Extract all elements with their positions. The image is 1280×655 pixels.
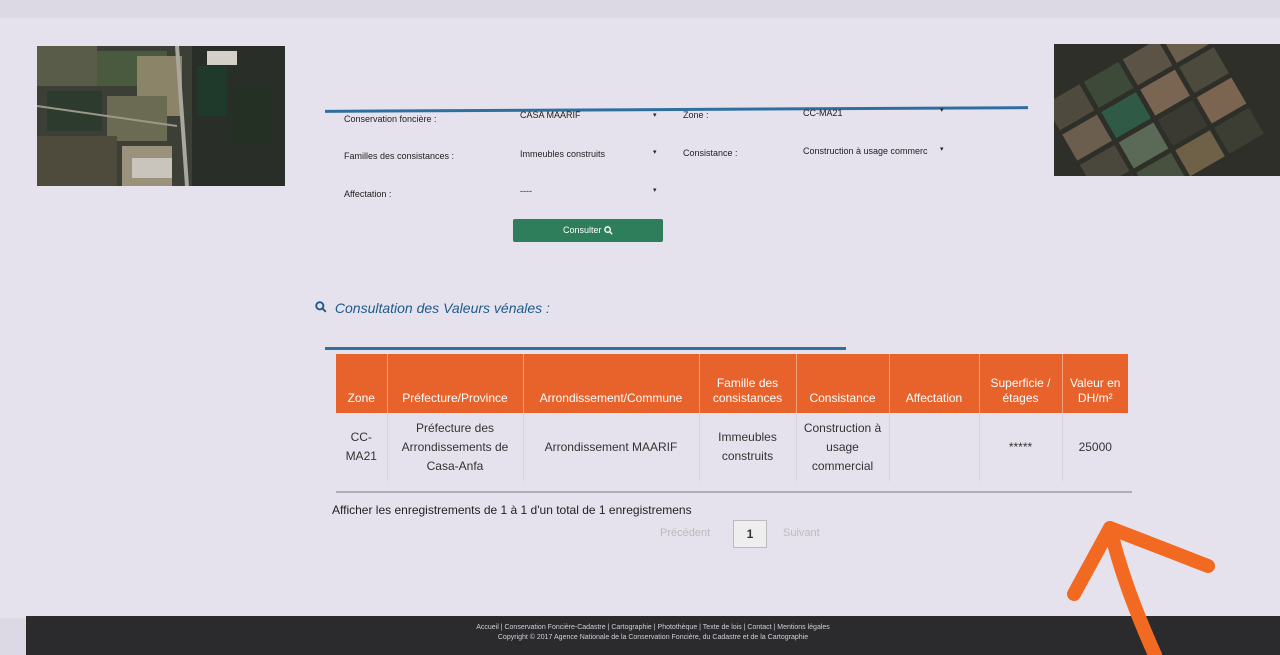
search-icon — [315, 301, 327, 313]
consistance-dropdown-caret-icon[interactable]: ▾ — [940, 145, 944, 153]
column-header-affectation[interactable]: Affectation — [889, 354, 980, 413]
column-header-famille[interactable]: Famille des consistances — [699, 354, 797, 413]
column-header-superficie[interactable]: Superficie / étages — [979, 354, 1063, 413]
column-header-consistance[interactable]: Consistance — [796, 354, 890, 413]
conservation-fonciere-label: Conservation foncière : — [344, 114, 437, 124]
cell-arrondissement: Arrondissement MAARIF — [523, 413, 700, 481]
consistance-select[interactable]: Construction à usage commerc — [803, 146, 928, 156]
conservation-fonciere-select[interactable]: CASA MAARIF — [520, 110, 581, 120]
cell-consistance: Construction à usage commercial — [796, 413, 890, 481]
cell-valeur: 25000 — [1078, 439, 1112, 454]
column-header-zone[interactable]: Zone — [336, 354, 388, 413]
section-title-rule — [325, 347, 846, 350]
aerial-photo-left — [37, 46, 285, 186]
annotation-arrow-icon — [1067, 521, 1215, 655]
table-row: CC-MA21 Préfecture des Arrondissements d… — [336, 413, 1128, 481]
aerial-photo-right — [1054, 44, 1280, 176]
conservation-dropdown-caret-icon[interactable]: ▾ — [653, 111, 657, 119]
consulter-button-label: Consulter — [562, 225, 602, 236]
records-info-text: Afficher les enregistrements de 1 à 1 d'… — [332, 503, 692, 517]
consulter-button[interactable]: Consulter — [513, 219, 663, 242]
zone-select[interactable]: CC-MA21 — [803, 108, 843, 118]
affectation-label: Affectation : — [344, 189, 392, 199]
zone-label: Zone : — [683, 110, 709, 120]
column-header-prefecture[interactable]: Préfecture/Province — [387, 354, 524, 413]
pagination-previous[interactable]: Précédent — [660, 527, 710, 539]
cell-zone: CC-MA21 — [336, 413, 388, 481]
pagination-page-1[interactable]: 1 — [733, 520, 767, 548]
familles-consistances-label: Familles des consistances : — [344, 151, 455, 161]
table-header-row: Zone Préfecture/Province Arrondissement/… — [336, 354, 1128, 413]
affectation-select[interactable]: ---- — [520, 186, 532, 196]
section-title: Consultation des Valeurs vénales : — [315, 300, 550, 316]
section-title-text: Consultation des Valeurs vénales : — [334, 300, 550, 316]
column-header-arrondissement[interactable]: Arrondissement/Commune — [523, 354, 700, 413]
cell-prefecture: Préfecture des Arrondissements de Casa-A… — [387, 413, 524, 481]
pagination-next[interactable]: Suivant — [783, 527, 820, 539]
cell-famille: Immeubles construits — [699, 413, 797, 481]
familles-consistances-select[interactable]: Immeubles construits — [520, 149, 605, 159]
column-header-valeur[interactable]: Valeur en DH/m² — [1062, 354, 1128, 413]
zone-dropdown-caret-icon[interactable]: ▾ — [940, 106, 944, 114]
form-top-rule — [324, 106, 1029, 113]
table-bottom-rule — [336, 491, 1132, 493]
search-icon — [604, 226, 613, 235]
familles-dropdown-caret-icon[interactable]: ▾ — [653, 148, 657, 156]
cell-superficie: ***** — [979, 413, 1063, 481]
cell-affectation — [889, 413, 980, 481]
consistance-label: Consistance : — [683, 148, 738, 158]
results-table: Zone Préfecture/Province Arrondissement/… — [336, 354, 1128, 481]
affectation-dropdown-caret-icon[interactable]: ▾ — [653, 186, 657, 194]
